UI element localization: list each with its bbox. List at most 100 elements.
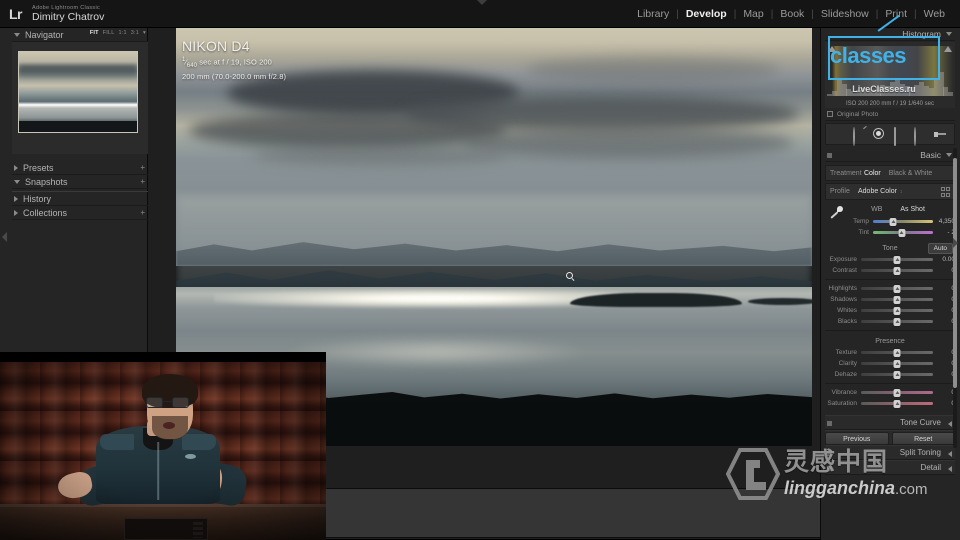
slider-knob[interactable]	[893, 295, 901, 304]
temp-slider-row[interactable]: Temp 4,350	[825, 216, 955, 227]
navigator-zoom-fit[interactable]: FIT	[90, 30, 99, 36]
slider-knob[interactable]	[893, 399, 901, 408]
slider-track[interactable]	[861, 317, 933, 326]
wb-value[interactable]: As Shot	[900, 206, 925, 213]
slider-value[interactable]: 0	[933, 318, 955, 325]
module-slideshow[interactable]: Slideshow	[814, 0, 876, 28]
slider-knob[interactable]	[893, 388, 901, 397]
add-icon[interactable]: +	[140, 164, 145, 172]
slider-track[interactable]	[861, 284, 933, 293]
presenter-video-overlay[interactable]	[0, 352, 326, 540]
slider-track[interactable]	[861, 306, 933, 315]
tint-value[interactable]: - 2	[933, 229, 955, 236]
left-panel-section-history[interactable]: History	[12, 192, 148, 206]
slider-value[interactable]: 0	[933, 285, 955, 292]
slider-value[interactable]: 0	[933, 400, 955, 407]
panel-switch-icon[interactable]	[827, 451, 832, 456]
wb-row[interactable]: WB As Shot	[825, 203, 955, 216]
right-panel-collapse-arrow[interactable]	[953, 238, 958, 248]
slider-knob[interactable]	[893, 370, 901, 379]
white-balance-selector-icon[interactable]	[827, 205, 844, 222]
slider-track[interactable]	[861, 255, 933, 264]
temp-slider-track[interactable]	[873, 217, 933, 226]
slider-knob[interactable]	[893, 266, 901, 275]
slider-row-highlights[interactable]: Highlights 0	[825, 283, 955, 294]
slider-row-dehaze[interactable]: Dehaze 0	[825, 369, 955, 380]
slider-knob[interactable]	[893, 359, 901, 368]
reset-button[interactable]: Reset	[891, 432, 955, 445]
slider-value[interactable]: 0	[933, 371, 955, 378]
navigator-preview[interactable]	[12, 42, 148, 154]
slider-row-vibrance[interactable]: Vibrance 0	[825, 387, 955, 398]
panel-switch-icon[interactable]	[827, 466, 832, 471]
slider-value[interactable]: 0	[933, 296, 955, 303]
slider-knob[interactable]	[893, 306, 901, 315]
navigator-zoom-options[interactable]: FIT FILL 1:1 3:1 ▾	[90, 30, 146, 36]
radial-filter-icon[interactable]	[913, 126, 927, 146]
module-develop[interactable]: Develop	[679, 0, 734, 28]
slider-value[interactable]: 0.00	[933, 256, 955, 263]
slider-row-clarity[interactable]: Clarity 0	[825, 358, 955, 369]
module-map[interactable]: Map	[736, 0, 770, 28]
slider-row-texture[interactable]: Texture 0	[825, 347, 955, 358]
navigator-thumbnail[interactable]	[18, 51, 138, 133]
slider-track[interactable]	[861, 399, 933, 408]
checkbox-icon[interactable]	[827, 111, 833, 117]
module-web[interactable]: Web	[917, 0, 952, 28]
adjustment-brush-icon[interactable]	[934, 128, 947, 141]
left-panel-section-collections[interactable]: Collections +	[12, 206, 148, 220]
profile-row[interactable]: Profile Adobe Color ↕	[825, 183, 955, 200]
profile-value[interactable]: Adobe Color	[858, 188, 897, 195]
navigator-zoom-3-1[interactable]: 3:1	[131, 30, 139, 36]
slider-row-whites[interactable]: Whites 0	[825, 305, 955, 316]
profile-caret-icon[interactable]: ↕	[900, 189, 903, 195]
slider-track[interactable]	[861, 388, 933, 397]
module-book[interactable]: Book	[773, 0, 811, 28]
shadow-clipping-icon[interactable]	[828, 46, 836, 52]
previous-button[interactable]: Previous	[825, 432, 889, 445]
slider-track[interactable]	[861, 359, 933, 368]
slider-knob[interactable]	[893, 255, 901, 264]
slider-value[interactable]: 0	[933, 307, 955, 314]
crop-overlay-icon[interactable]	[833, 128, 846, 141]
spot-removal-icon[interactable]	[852, 126, 866, 146]
slider-track[interactable]	[861, 266, 933, 275]
slider-knob[interactable]	[893, 348, 901, 357]
slider-row-exposure[interactable]: Exposure 0.00	[825, 254, 955, 265]
panel-detail[interactable]: Detail	[825, 460, 955, 475]
navigator-zoom-1-1[interactable]: 1:1	[119, 30, 127, 36]
panel-split-toning[interactable]: Split Toning	[825, 445, 955, 460]
top-panel-collapse-arrow[interactable]	[477, 0, 487, 5]
panel-switch-icon[interactable]	[827, 421, 832, 426]
treatment-option-color[interactable]: Color	[864, 170, 881, 177]
red-eye-icon[interactable]	[873, 127, 886, 141]
left-panel-collapse-arrow[interactable]	[2, 232, 7, 242]
slider-track[interactable]	[861, 370, 933, 379]
slider-value[interactable]: 0	[933, 267, 955, 274]
left-panel-section-snapshots[interactable]: Snapshots +	[12, 175, 148, 189]
basic-panel-header[interactable]: Basic	[825, 149, 955, 162]
slider-track[interactable]	[861, 348, 933, 357]
auto-tone-button[interactable]: Auto	[927, 243, 953, 254]
left-panel-section-presets[interactable]: Presets +	[12, 161, 148, 175]
histogram-header[interactable]: Histogram	[825, 28, 955, 41]
slider-row-shadows[interactable]: Shadows 0	[825, 294, 955, 305]
panel-tone-curve[interactable]: Tone Curve	[825, 415, 955, 430]
slider-value[interactable]: 0	[933, 389, 955, 396]
slider-value[interactable]: 0	[933, 349, 955, 356]
panel-switch-icon[interactable]	[827, 153, 832, 158]
navigator-header[interactable]: Navigator FIT FILL 1:1 3:1 ▾	[12, 28, 148, 42]
highlight-clipping-icon[interactable]	[944, 46, 952, 52]
navigator-zoom-dropdown-icon[interactable]: ▾	[143, 30, 146, 36]
tint-slider-row[interactable]: Tint - 2	[825, 227, 955, 238]
profile-browser-icon[interactable]	[940, 187, 950, 197]
module-print[interactable]: Print	[878, 0, 914, 28]
tint-slider-track[interactable]	[873, 228, 933, 237]
slider-value[interactable]: 0	[933, 360, 955, 367]
slider-knob[interactable]	[893, 284, 901, 293]
slider-row-saturation[interactable]: Saturation 0	[825, 398, 955, 409]
add-icon[interactable]: +	[140, 178, 145, 186]
temp-value[interactable]: 4,350	[933, 218, 955, 225]
slider-track[interactable]	[861, 295, 933, 304]
slider-row-blacks[interactable]: Blacks 0	[825, 316, 955, 327]
